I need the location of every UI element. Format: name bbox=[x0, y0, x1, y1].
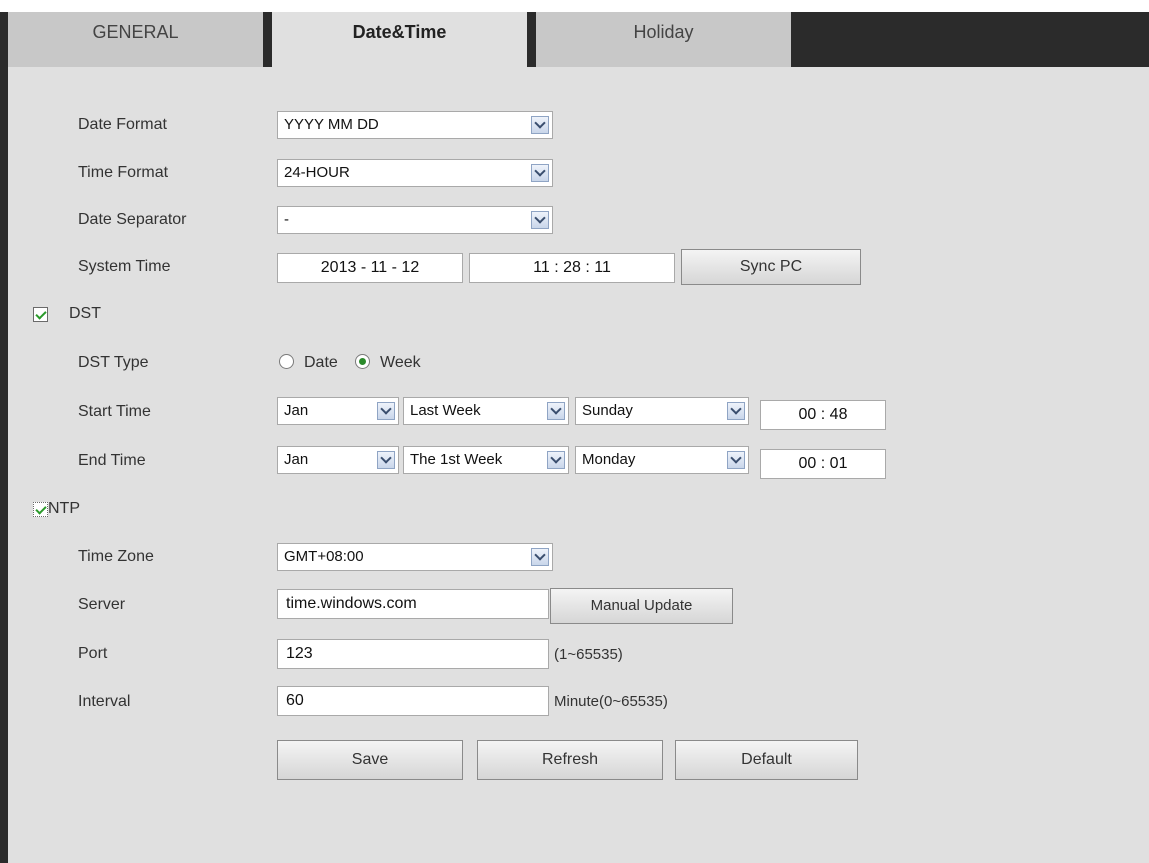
end-day-select[interactable]: Monday bbox=[575, 446, 749, 474]
time-zone-value: GMT+08:00 bbox=[284, 548, 364, 565]
port-range-hint: (1~65535) bbox=[554, 646, 623, 663]
top-strip bbox=[0, 0, 1149, 12]
chevron-down-icon[interactable] bbox=[727, 402, 745, 420]
dst-checkbox[interactable] bbox=[33, 307, 48, 322]
interval-label: Interval bbox=[78, 693, 131, 710]
start-day-value: Sunday bbox=[582, 402, 633, 419]
tab-general[interactable]: GENERAL bbox=[8, 12, 263, 67]
system-time-input[interactable]: 11 : 28 : 11 bbox=[469, 253, 675, 283]
start-week-value: Last Week bbox=[410, 402, 481, 419]
dst-type-label: DST Type bbox=[78, 354, 149, 371]
date-separator-label: Date Separator bbox=[78, 211, 187, 228]
time-zone-select[interactable]: GMT+08:00 bbox=[277, 543, 553, 571]
start-day-select[interactable]: Sunday bbox=[575, 397, 749, 425]
server-label: Server bbox=[78, 596, 126, 613]
time-format-label: Time Format bbox=[78, 164, 169, 181]
chevron-down-icon[interactable] bbox=[547, 402, 565, 420]
start-time-label: Start Time bbox=[78, 403, 151, 420]
interval-input[interactable]: 60 bbox=[277, 686, 549, 716]
date-separator-value: - bbox=[284, 211, 289, 228]
end-time-input[interactable]: 00 : 01 bbox=[760, 449, 886, 479]
chevron-down-icon[interactable] bbox=[531, 211, 549, 229]
date-format-select[interactable]: YYYY MM DD bbox=[277, 111, 553, 139]
system-time-label: System Time bbox=[78, 258, 171, 275]
port-label: Port bbox=[78, 645, 108, 662]
chevron-down-icon[interactable] bbox=[531, 116, 549, 134]
end-day-value: Monday bbox=[582, 451, 636, 468]
date-separator-select[interactable]: - bbox=[277, 206, 553, 234]
chevron-down-icon[interactable] bbox=[531, 548, 549, 566]
chevron-down-icon[interactable] bbox=[547, 451, 565, 469]
start-time-input[interactable]: 00 : 48 bbox=[760, 400, 886, 430]
dst-label: DST bbox=[69, 305, 101, 322]
interval-unit-hint: Minute(0~65535) bbox=[554, 693, 668, 710]
ntp-label: NTP bbox=[48, 500, 80, 517]
start-week-select[interactable]: Last Week bbox=[403, 397, 569, 425]
chevron-down-icon[interactable] bbox=[727, 451, 745, 469]
end-week-select[interactable]: The 1st Week bbox=[403, 446, 569, 474]
system-date-input[interactable]: 2013 - 11 - 12 bbox=[277, 253, 463, 283]
end-week-value: The 1st Week bbox=[410, 451, 503, 468]
refresh-button[interactable]: Refresh bbox=[477, 740, 663, 780]
save-button[interactable]: Save bbox=[277, 740, 463, 780]
date-format-value: YYYY MM DD bbox=[284, 116, 379, 133]
sync-pc-button[interactable]: Sync PC bbox=[681, 249, 861, 285]
dst-type-week-label: Week bbox=[380, 354, 421, 371]
start-month-value: Jan bbox=[284, 402, 309, 419]
tab-date-time[interactable]: Date&Time bbox=[272, 12, 527, 68]
time-zone-label: Time Zone bbox=[78, 548, 154, 565]
settings-panel: Date Format YYYY MM DD Time Format 24-HO… bbox=[8, 67, 1149, 863]
chevron-down-icon[interactable] bbox=[531, 164, 549, 182]
default-button[interactable]: Default bbox=[675, 740, 858, 780]
start-month-select[interactable]: Jan bbox=[277, 397, 399, 425]
end-time-label: End Time bbox=[78, 452, 146, 469]
dst-type-date-radio[interactable] bbox=[279, 354, 294, 369]
time-format-value: 24-HOUR bbox=[284, 164, 350, 181]
tab-holiday[interactable]: Holiday bbox=[536, 12, 791, 67]
time-format-select[interactable]: 24-HOUR bbox=[277, 159, 553, 187]
port-input[interactable]: 123 bbox=[277, 639, 549, 669]
ntp-checkbox[interactable] bbox=[33, 502, 48, 517]
dst-type-week-radio[interactable] bbox=[355, 354, 370, 369]
chevron-down-icon[interactable] bbox=[377, 451, 395, 469]
end-month-select[interactable]: Jan bbox=[277, 446, 399, 474]
dst-type-date-label: Date bbox=[304, 354, 338, 371]
date-format-label: Date Format bbox=[78, 116, 167, 133]
server-input[interactable]: time.windows.com bbox=[277, 589, 549, 619]
manual-update-button[interactable]: Manual Update bbox=[550, 588, 733, 624]
end-month-value: Jan bbox=[284, 451, 309, 468]
chevron-down-icon[interactable] bbox=[377, 402, 395, 420]
